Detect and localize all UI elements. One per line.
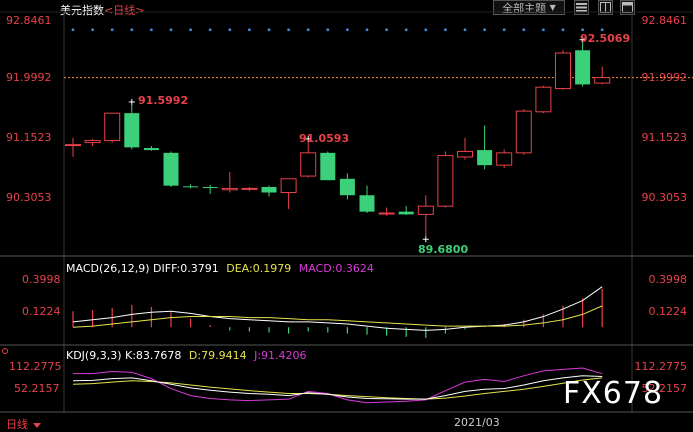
high-annotation-2: 91.0593 bbox=[299, 132, 350, 145]
marker-dot bbox=[424, 28, 428, 32]
marker-dot bbox=[522, 28, 526, 32]
marker-dot bbox=[326, 28, 330, 32]
period-tab-chevron-icon bbox=[32, 422, 41, 428]
candle-body-up bbox=[378, 212, 395, 215]
macd-diff-value: DIFF:0.3791 bbox=[153, 262, 219, 275]
kdj-tick-left-2: 52.2157 bbox=[14, 382, 60, 395]
marker-dot bbox=[600, 28, 604, 32]
period-tab-label: 日线 bbox=[6, 418, 28, 431]
kdj-d-value: D:79.9414 bbox=[188, 349, 247, 362]
marker-dot bbox=[169, 28, 173, 32]
kdj-tick-right-1: 112.2775 bbox=[634, 360, 688, 373]
high-annotation-1: 91.5992 bbox=[138, 94, 189, 107]
marker-dot bbox=[346, 28, 349, 32]
macd-tick-right-1: 0.3998 bbox=[648, 273, 688, 286]
marker-dot bbox=[463, 28, 467, 32]
kdj-header: KDJ(9,3,3) K:83.7678 D:79.9414 J:91.4206 bbox=[66, 349, 307, 362]
candle-body-up bbox=[104, 112, 121, 142]
candle-body-down bbox=[202, 187, 218, 189]
candle-body-down bbox=[183, 186, 199, 188]
macd-tick-left-1: 0.3998 bbox=[22, 273, 61, 286]
watermark-logo: FX678 bbox=[563, 376, 664, 411]
period-tab[interactable]: 日线 bbox=[6, 416, 41, 432]
macd-label: MACD(26,12,9) bbox=[66, 262, 150, 275]
candle-body-up bbox=[84, 140, 101, 144]
marker-dot bbox=[385, 28, 388, 32]
macd-dea-value: DEA:0.1979 bbox=[226, 262, 292, 275]
marker-dot bbox=[189, 28, 193, 32]
marker-dot bbox=[248, 28, 251, 32]
candlestick-chart[interactable] bbox=[0, 0, 693, 432]
candle-body-up bbox=[280, 178, 297, 193]
marker-dot bbox=[444, 28, 447, 32]
candle-body-down bbox=[163, 152, 179, 186]
candle-body-down bbox=[359, 195, 375, 212]
marker-dot bbox=[110, 28, 114, 32]
marker-dot bbox=[561, 28, 565, 32]
candle-body-down bbox=[124, 113, 140, 148]
candle-body-up bbox=[594, 77, 611, 84]
marker-dot bbox=[130, 28, 134, 32]
marker-dot bbox=[150, 28, 153, 32]
candle-body-down bbox=[398, 211, 414, 215]
kdj-label: KDJ(9,3,3) bbox=[66, 349, 122, 362]
candle-body-down bbox=[320, 152, 336, 181]
candle-body-up bbox=[417, 205, 434, 215]
kdj-k-value: K:83.7678 bbox=[125, 349, 182, 362]
macd-header: MACD(26,12,9) DIFF:0.3791 DEA:0.1979 MAC… bbox=[66, 262, 374, 275]
candle-body-up bbox=[535, 86, 552, 113]
candle-body-up bbox=[241, 187, 258, 190]
marker-dot bbox=[306, 28, 310, 32]
marker-dot bbox=[208, 28, 212, 32]
candle-body-up bbox=[437, 155, 454, 207]
marker-dot bbox=[267, 28, 271, 32]
macd-dif-line bbox=[72, 286, 603, 331]
marker-dot bbox=[581, 28, 584, 32]
candle-body-up bbox=[457, 150, 473, 158]
marker-dot bbox=[287, 28, 290, 32]
marker-dot bbox=[502, 28, 506, 32]
macd-tick-right-2: 0.1224 bbox=[648, 305, 688, 318]
low-annotation: 89.6800 bbox=[418, 243, 469, 256]
candle-body-up bbox=[300, 152, 317, 177]
candle-body-up bbox=[65, 144, 81, 147]
marker-dot bbox=[483, 28, 486, 32]
macd-macd-value: MACD:0.3624 bbox=[298, 262, 374, 275]
high-annotation-3: 92.5069 bbox=[580, 32, 631, 45]
marker-dot bbox=[365, 28, 369, 32]
candle-body-down bbox=[261, 187, 277, 193]
marker-dot bbox=[71, 28, 75, 32]
candle-body-down bbox=[143, 148, 159, 151]
kdj-j-value: J:91.4206 bbox=[254, 349, 307, 362]
settings-marker-icon[interactable] bbox=[2, 348, 8, 354]
marker-dot bbox=[404, 28, 408, 32]
candle-body-down bbox=[339, 178, 355, 196]
candle-body-down bbox=[477, 150, 493, 166]
marker-dot bbox=[91, 28, 94, 32]
macd-tick-left-2: 0.1224 bbox=[22, 305, 61, 318]
macd-dea-line bbox=[72, 305, 603, 328]
candle-body-up bbox=[555, 52, 571, 90]
marker-dot bbox=[228, 28, 232, 32]
candle-body-down bbox=[575, 50, 591, 85]
kdj-tick-left-1: 112.2775 bbox=[9, 360, 62, 373]
candle-body-up bbox=[221, 187, 238, 191]
candle-body-up bbox=[496, 152, 513, 166]
x-axis-date: 2021/03 bbox=[454, 416, 500, 429]
candle-body-up bbox=[515, 110, 532, 154]
marker-dot bbox=[542, 28, 545, 32]
